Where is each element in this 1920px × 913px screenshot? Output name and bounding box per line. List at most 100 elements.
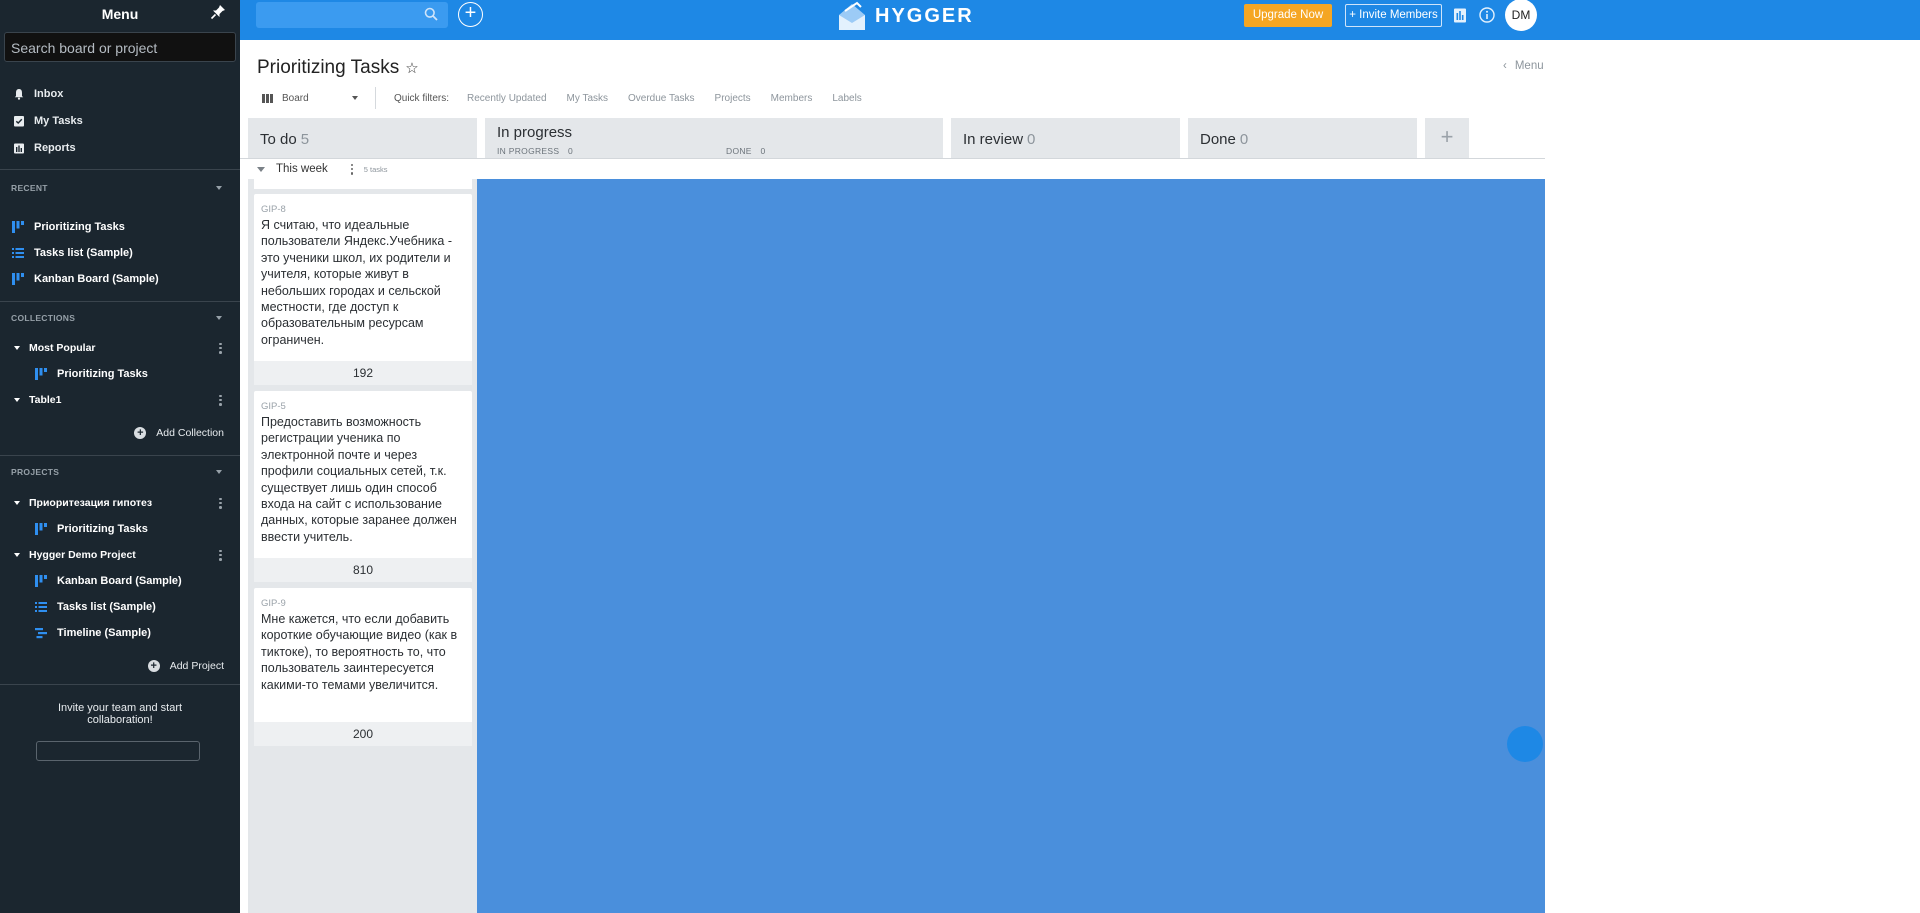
board-icon bbox=[35, 523, 47, 535]
pin-icon[interactable] bbox=[210, 4, 226, 20]
card-id: GIP-8 bbox=[261, 204, 286, 215]
timeline-icon bbox=[35, 628, 47, 639]
section-header-projects[interactable]: PROJECTS bbox=[0, 464, 240, 480]
more-options-icon[interactable] bbox=[219, 394, 222, 406]
filter-my-tasks[interactable]: My Tasks bbox=[567, 93, 609, 104]
add-collection-label: Add Collection bbox=[156, 427, 224, 439]
board-icon bbox=[12, 221, 24, 233]
invite-team-button[interactable] bbox=[36, 741, 200, 761]
board-toolbar: Board Quick filters: Recently Updated My… bbox=[262, 87, 882, 109]
more-options-icon[interactable] bbox=[219, 342, 222, 354]
reports-icon[interactable] bbox=[1452, 7, 1468, 23]
more-options-icon[interactable] bbox=[219, 497, 222, 509]
info-icon[interactable] bbox=[1479, 7, 1495, 23]
sidebar: Menu Search board or project Inbox My Ta… bbox=[0, 0, 240, 913]
logo-text: HYGGER bbox=[875, 4, 974, 27]
sidebar-item-my-tasks[interactable]: My Tasks bbox=[0, 107, 240, 134]
recent-item-kanban-board[interactable]: Kanban Board (Sample) bbox=[0, 266, 240, 292]
subcolumn-count: 0 bbox=[760, 146, 766, 156]
view-selector[interactable]: Board bbox=[262, 93, 358, 104]
chevron-down-icon[interactable] bbox=[257, 166, 265, 172]
add-column-button[interactable]: + bbox=[1425, 118, 1469, 158]
plus-circle-icon: + bbox=[134, 427, 147, 439]
section-title: COLLECTIONS bbox=[11, 313, 76, 323]
upgrade-now-button[interactable]: Upgrade Now bbox=[1244, 4, 1332, 27]
swimlane-header[interactable]: This week 5 tasks bbox=[240, 159, 1545, 179]
task-card-gip-5[interactable]: GIP-5 Предоставить возможность регистрац… bbox=[254, 391, 472, 582]
add-plus-icon[interactable]: + bbox=[458, 2, 483, 27]
card-id: GIP-5 bbox=[261, 401, 286, 412]
divider bbox=[0, 169, 240, 170]
swimlane-count: 5 tasks bbox=[363, 164, 388, 174]
chevron-left-icon: ‹ bbox=[1503, 60, 1507, 72]
swimlane-label: This week bbox=[276, 163, 328, 175]
list-icon bbox=[35, 602, 47, 612]
recent-item-prioritizing-tasks[interactable]: Prioritizing Tasks bbox=[0, 214, 240, 240]
project-item-timeline[interactable]: Timeline (Sample) bbox=[0, 620, 240, 646]
project-group-hygger-demo[interactable]: Hygger Demo Project bbox=[0, 542, 240, 568]
item-label: Prioritizing Tasks bbox=[57, 523, 148, 535]
hygger-logo[interactable]: HYGGER bbox=[837, 0, 974, 32]
search-icon[interactable] bbox=[424, 7, 438, 21]
column-header-done[interactable]: Done 0 bbox=[1188, 118, 1417, 158]
add-project-label: Add Project bbox=[169, 660, 224, 672]
filter-labels[interactable]: Labels bbox=[832, 93, 861, 104]
filter-recently-updated[interactable]: Recently Updated bbox=[467, 93, 547, 104]
section-header-collections[interactable]: COLLECTIONS bbox=[0, 310, 240, 326]
user-avatar[interactable]: DM bbox=[1505, 0, 1537, 31]
more-options-icon[interactable] bbox=[350, 163, 354, 175]
recent-item-tasks-list[interactable]: Tasks list (Sample) bbox=[0, 240, 240, 266]
global-search-input[interactable] bbox=[256, 2, 448, 28]
section-title: RECENT bbox=[11, 183, 48, 193]
card-partial[interactable] bbox=[254, 179, 472, 189]
filter-projects[interactable]: Projects bbox=[715, 93, 751, 104]
group-label: Table1 bbox=[29, 394, 62, 406]
reports-icon bbox=[14, 143, 24, 153]
sidebar-item-reports[interactable]: Reports bbox=[0, 134, 240, 161]
column-header-in-review[interactable]: In review 0 bbox=[951, 118, 1180, 158]
board-menu-toggle[interactable]: ‹ Menu bbox=[1503, 60, 1544, 72]
item-label: Kanban Board (Sample) bbox=[34, 273, 159, 285]
chat-widget-icon[interactable] bbox=[1507, 726, 1543, 762]
board-icon bbox=[35, 575, 47, 587]
project-item-kanban-board[interactable]: Kanban Board (Sample) bbox=[0, 568, 240, 594]
add-collection-button[interactable]: + Add Collection bbox=[0, 421, 240, 445]
collection-item-prioritizing-tasks[interactable]: Prioritizing Tasks bbox=[0, 361, 240, 387]
view-selector-label: Board bbox=[282, 92, 309, 104]
filter-members[interactable]: Members bbox=[771, 93, 813, 104]
board-view-icon bbox=[262, 93, 273, 103]
more-options-icon[interactable] bbox=[219, 549, 222, 561]
card-id: GIP-9 bbox=[261, 598, 286, 609]
column-count: 0 bbox=[1239, 131, 1249, 148]
column-header-todo[interactable]: To do 5 bbox=[248, 118, 477, 158]
sidebar-item-label: Reports bbox=[34, 141, 76, 154]
task-card-gip-9[interactable]: GIP-9 Мне кажется, что если добавить кор… bbox=[254, 588, 472, 746]
logo-icon bbox=[839, 1, 865, 30]
project-item-prioritizing-tasks[interactable]: Prioritizing Tasks bbox=[0, 516, 240, 542]
divider bbox=[0, 301, 240, 302]
sidebar-header: Menu bbox=[0, 0, 240, 28]
bell-icon bbox=[14, 88, 24, 100]
project-group-hypotheses[interactable]: Приоритезация гипотез bbox=[0, 490, 240, 516]
chevron-down-icon bbox=[14, 398, 20, 402]
column-title: To do bbox=[260, 131, 297, 148]
section-header-recent[interactable]: RECENT bbox=[0, 180, 240, 196]
divider bbox=[375, 87, 376, 109]
column-count: 0 bbox=[1027, 131, 1036, 148]
collection-group-table1[interactable]: Table1 bbox=[0, 387, 240, 413]
subcolumn-done: DONE 0 bbox=[726, 146, 765, 156]
filter-overdue-tasks[interactable]: Overdue Tasks bbox=[628, 93, 695, 104]
star-icon[interactable]: ☆ bbox=[405, 59, 418, 77]
search-board-input[interactable]: Search board or project bbox=[4, 32, 236, 62]
invite-members-button[interactable]: + Invite Members bbox=[1345, 4, 1442, 27]
sidebar-item-label: Inbox bbox=[34, 87, 64, 100]
task-card-gip-8[interactable]: GIP-8 Я считаю, что идеальные пользовате… bbox=[254, 194, 472, 385]
task-check-icon bbox=[14, 115, 24, 126]
board-drop-area bbox=[477, 179, 1545, 913]
sidebar-item-inbox[interactable]: Inbox bbox=[0, 80, 240, 107]
collection-group-most-popular[interactable]: Most Popular bbox=[0, 335, 240, 361]
project-item-tasks-list[interactable]: Tasks list (Sample) bbox=[0, 594, 240, 620]
quick-filters-label: Quick filters: bbox=[394, 92, 450, 104]
recent-list: Prioritizing Tasks Tasks list (Sample) K… bbox=[0, 214, 240, 292]
add-project-button[interactable]: + Add Project bbox=[0, 654, 240, 678]
